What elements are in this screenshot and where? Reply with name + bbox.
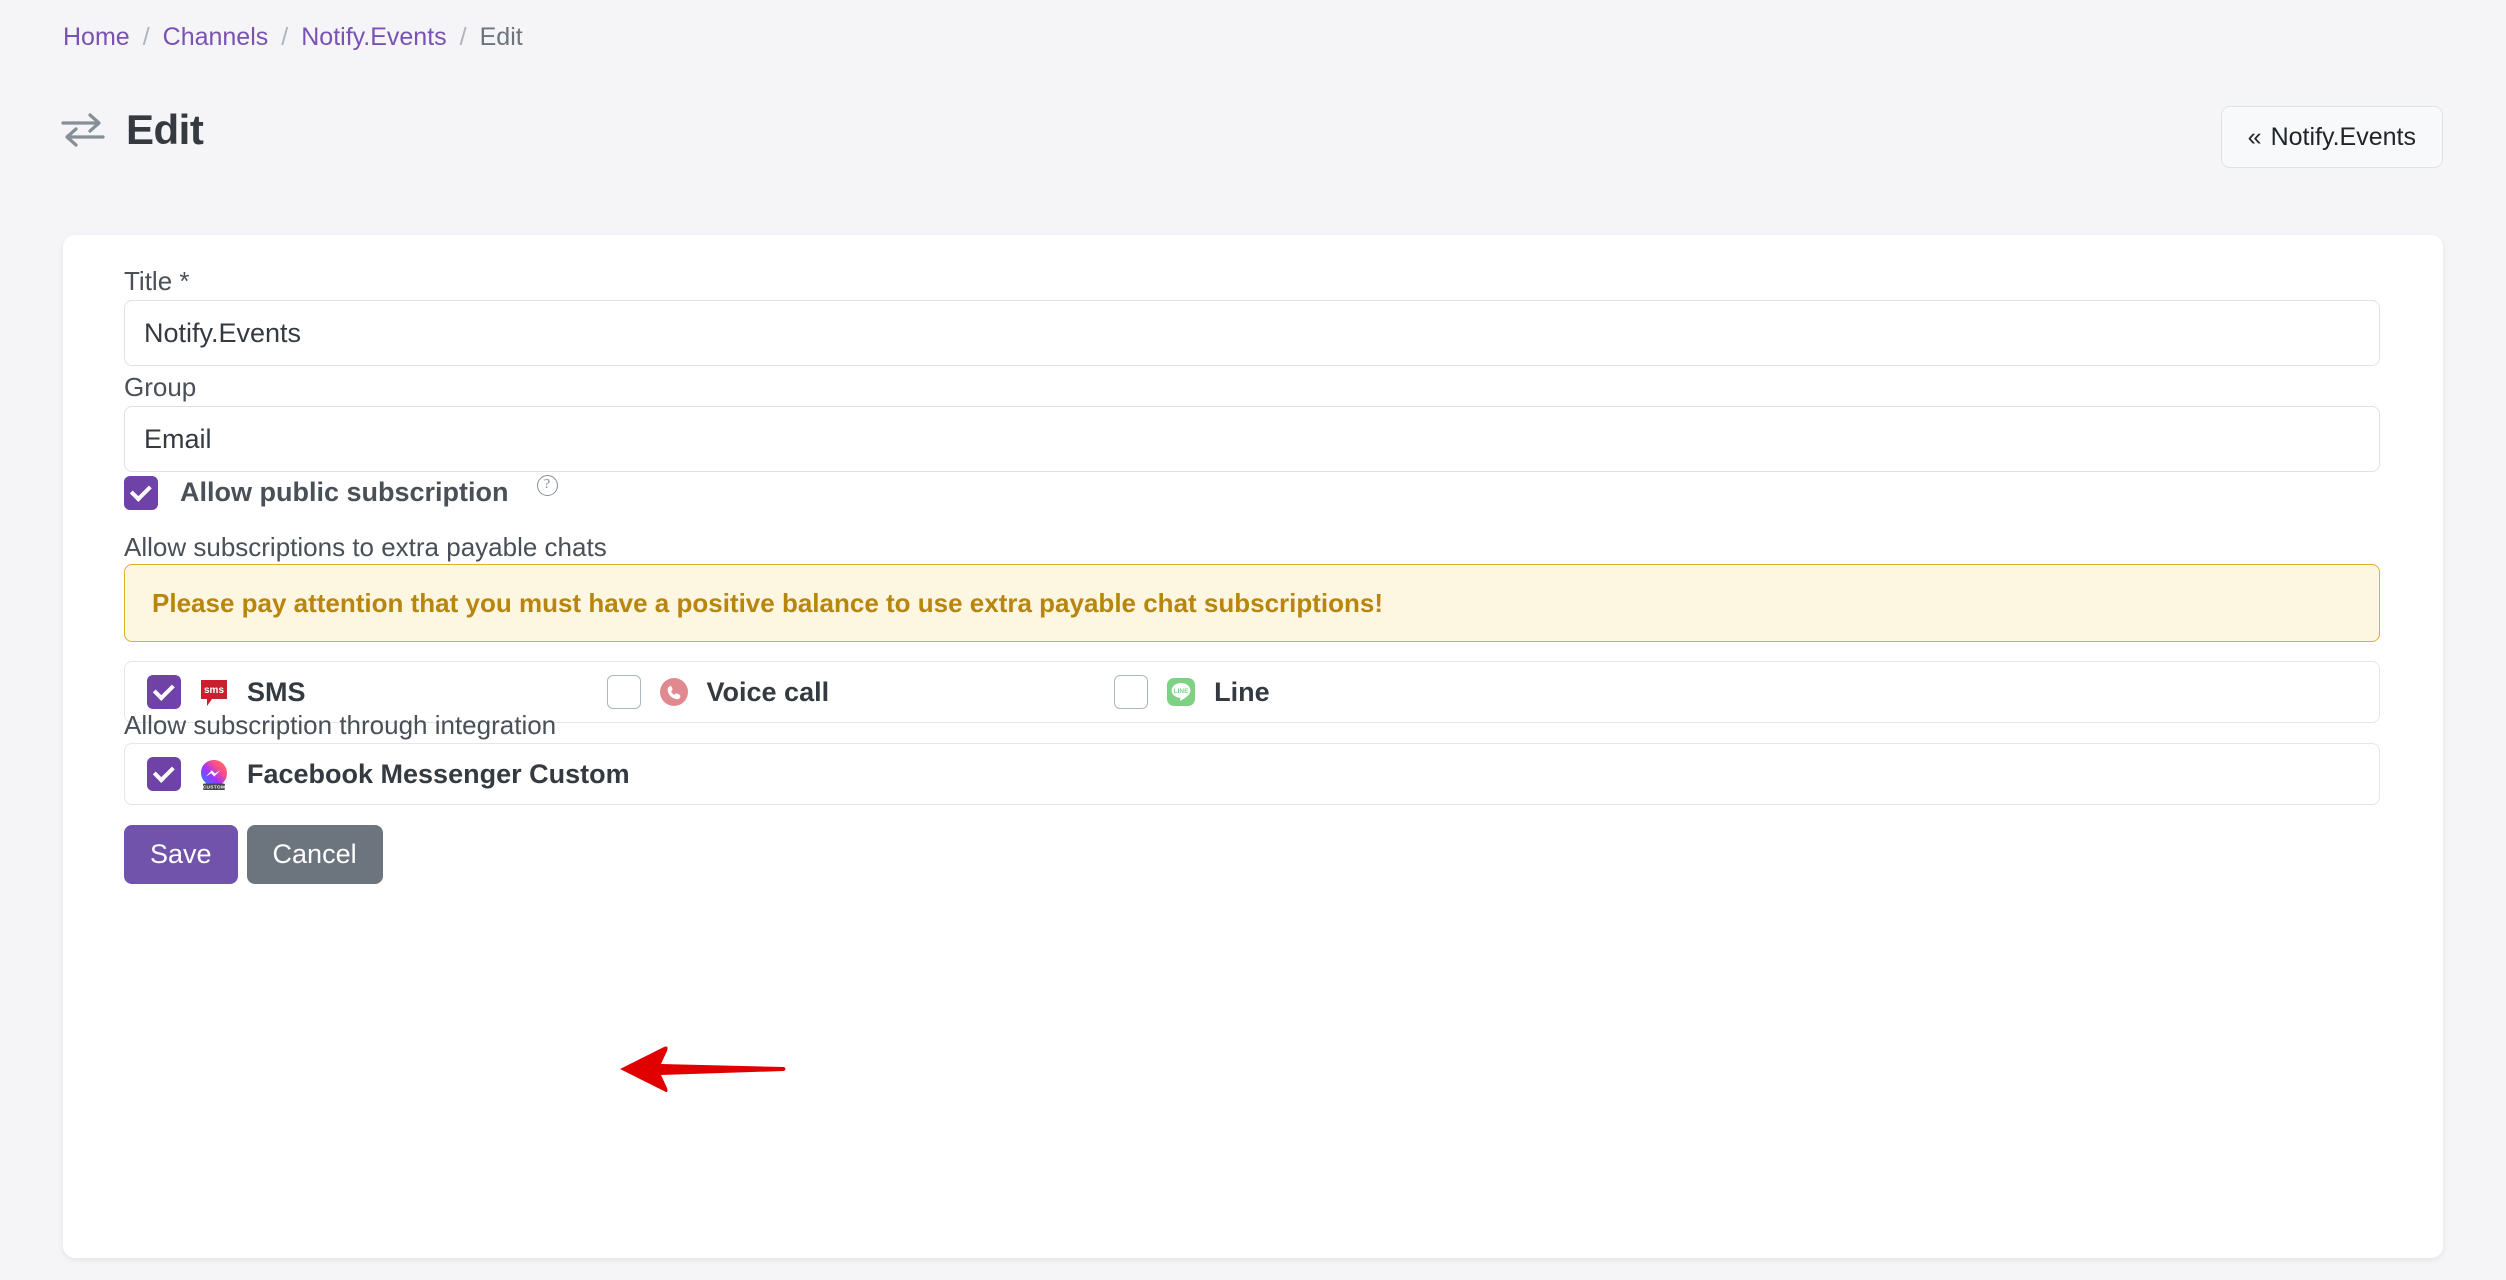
save-button[interactable]: Save xyxy=(124,825,238,884)
cancel-button[interactable]: Cancel xyxy=(246,825,383,884)
group-field-label: Group xyxy=(124,372,197,402)
channel-checkbox-sms[interactable] xyxy=(147,675,181,709)
svg-text:LINE: LINE xyxy=(1174,688,1189,695)
title-field-label: Title * xyxy=(124,266,190,296)
edit-form-card: Title * Group Allow public subscription … xyxy=(63,235,2443,1258)
breadcrumb-item-home[interactable]: Home xyxy=(63,22,130,52)
payable-balance-warning-text: Please pay attention that you must have … xyxy=(152,587,1384,618)
breadcrumb-item-notify-events[interactable]: Notify.Events xyxy=(301,22,446,52)
payable-balance-warning: Please pay attention that you must have … xyxy=(124,564,2380,642)
integration-label-facebook-messenger-custom: Facebook Messenger Custom xyxy=(247,758,630,789)
breadcrumb: Home / Channels / Notify.Events / Edit xyxy=(63,22,523,52)
voice-call-icon xyxy=(658,676,690,708)
breadcrumb-separator: / xyxy=(459,23,467,51)
allow-public-subscription-label: Allow public subscription xyxy=(180,477,509,507)
breadcrumb-item-channels[interactable]: Channels xyxy=(163,22,269,52)
integration-item-facebook-messenger-custom[interactable]: CUSTOM Facebook Messenger Custom xyxy=(147,757,630,791)
form-actions: Save Cancel xyxy=(124,825,383,884)
line-icon: LINE xyxy=(1165,676,1197,708)
channel-checkbox-line[interactable] xyxy=(1114,675,1149,709)
group-input[interactable] xyxy=(124,406,2380,472)
channel-label-line: Line xyxy=(1214,676,1270,707)
integration-section-label: Allow subscription through integration xyxy=(124,710,557,740)
integration-checkbox-facebook-messenger-custom[interactable] xyxy=(147,757,181,791)
channel-item-line[interactable]: LINE Line xyxy=(1114,675,1270,709)
channel-item-voice-call[interactable]: Voice call xyxy=(606,675,830,709)
messenger-custom-icon: CUSTOM xyxy=(198,758,230,790)
channel-item-sms[interactable]: sms SMS xyxy=(147,675,306,709)
breadcrumb-separator: / xyxy=(142,23,150,51)
exchange-icon xyxy=(60,110,106,150)
allow-public-subscription-checkbox[interactable] xyxy=(124,475,158,510)
payable-chats-section-label: Allow subscriptions to extra payable cha… xyxy=(124,532,607,562)
allow-public-subscription-row[interactable]: Allow public subscription ? xyxy=(124,475,558,510)
channel-label-voice-call: Voice call xyxy=(706,676,830,707)
breadcrumb-separator: / xyxy=(281,23,289,51)
back-to-channel-button[interactable]: « Notify.Events xyxy=(2220,106,2443,168)
page-title: Edit xyxy=(126,106,204,153)
channel-label-sms: SMS xyxy=(247,676,306,707)
page-header: Edit xyxy=(60,106,204,153)
double-chevron-left-icon: « xyxy=(2247,122,2262,151)
page-root: Home / Channels / Notify.Events / Edit E… xyxy=(0,0,2506,1280)
back-button-label: Notify.Events xyxy=(2270,122,2416,151)
breadcrumb-item-edit: Edit xyxy=(479,23,523,51)
help-icon[interactable]: ? xyxy=(536,475,558,496)
integration-list: CUSTOM Facebook Messenger Custom xyxy=(124,743,2380,805)
svg-text:sms: sms xyxy=(204,685,224,696)
title-input[interactable] xyxy=(124,300,2380,366)
sms-icon: sms xyxy=(198,676,230,708)
svg-text:CUSTOM: CUSTOM xyxy=(203,784,226,790)
channel-checkbox-voice-call[interactable] xyxy=(606,675,641,709)
